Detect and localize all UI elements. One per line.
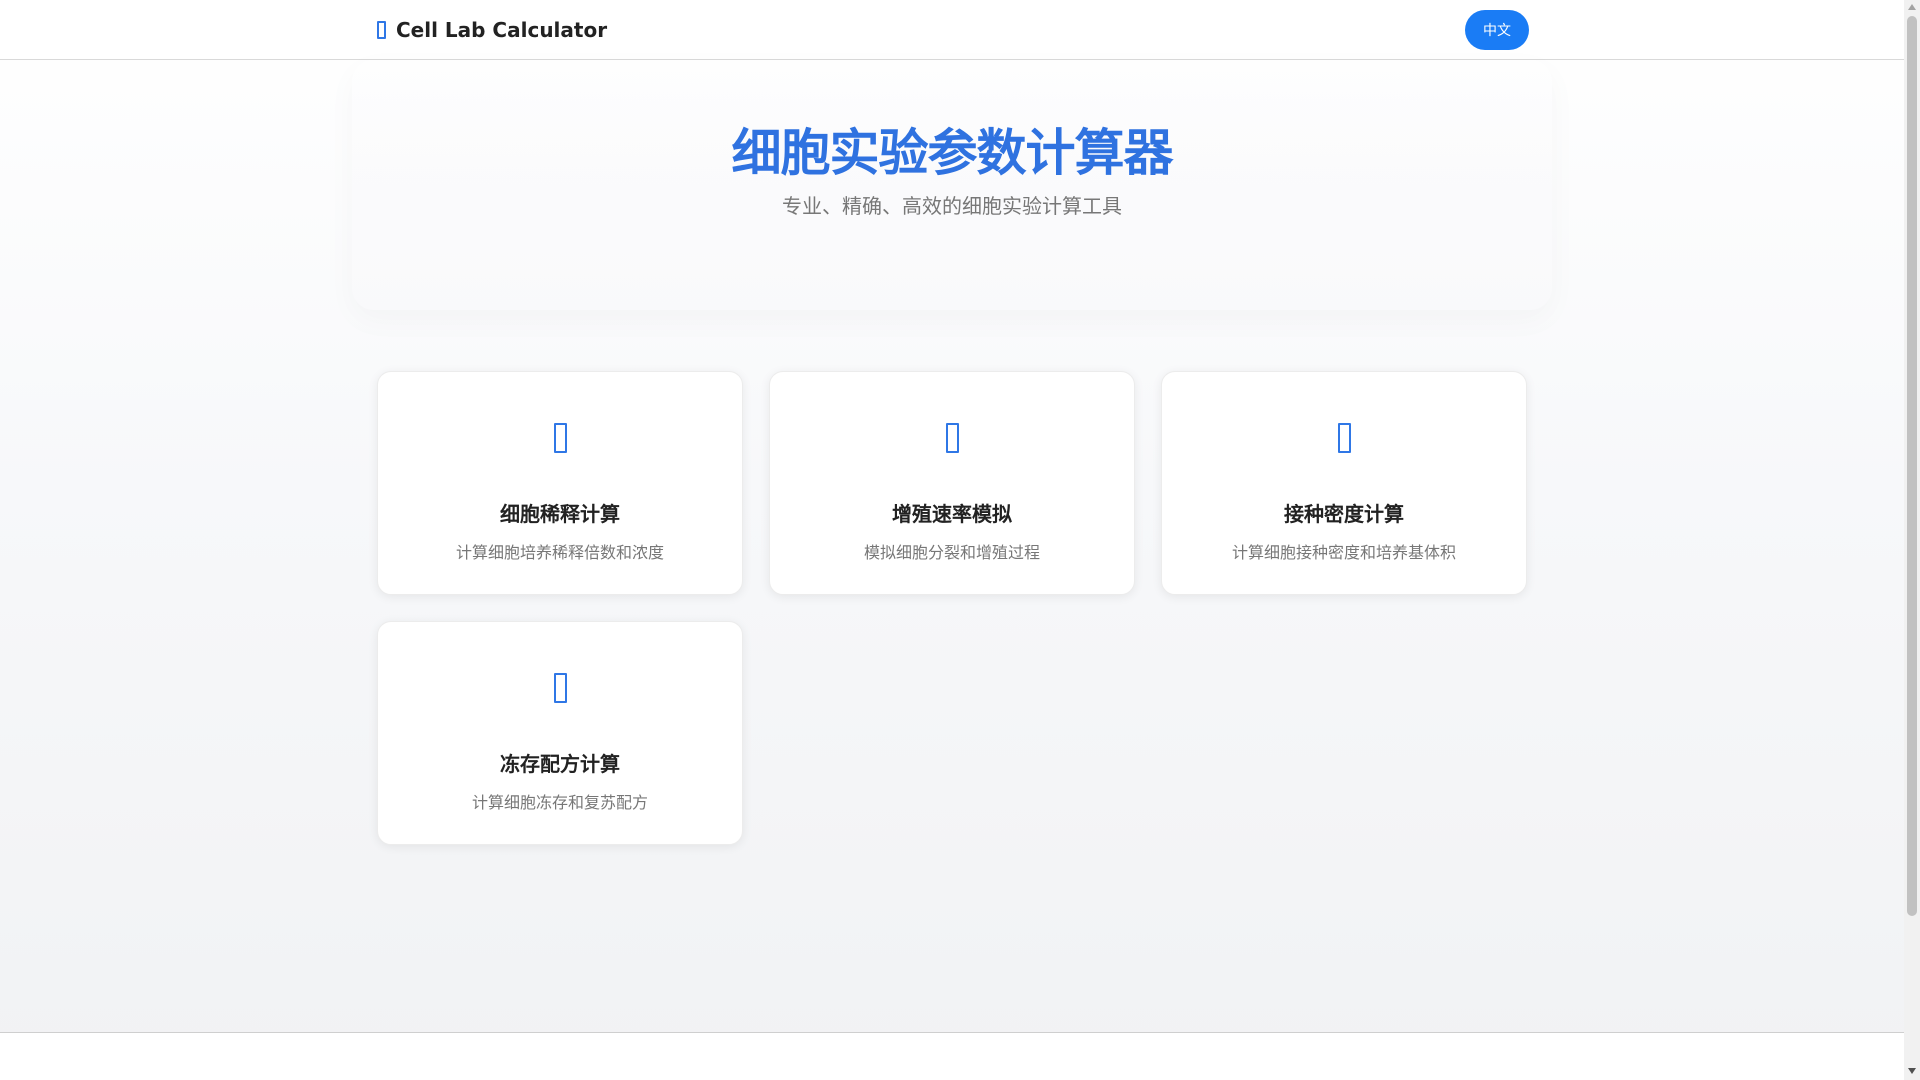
card-growth-simulation[interactable]: 增殖速率模拟 模拟细胞分裂和增殖过程 [769,371,1135,595]
footer [0,1032,1904,1080]
card-title: 接种密度计算 [1284,502,1404,526]
card-description: 计算细胞接种密度和培养基体积 [1231,543,1456,562]
scroll-thumb[interactable] [1907,16,1917,916]
seeding-icon [1337,423,1351,453]
card-title: 增殖速率模拟 [892,502,1012,526]
card-description: 模拟细胞分裂和增殖过程 [863,543,1040,562]
freezing-icon [553,673,567,703]
scroll-up-arrow-icon[interactable] [1908,4,1916,10]
brand[interactable]: Cell Lab Calculator [377,17,607,43]
hero-section [352,60,1552,310]
vertical-scrollbar[interactable] [1904,0,1920,1080]
card-description: 计算细胞培养稀释倍数和浓度 [455,543,664,562]
growth-icon [945,423,959,453]
page: Cell Lab Calculator 中文 细胞实验参数计算器 专业、精确、高… [0,0,1904,1080]
dilution-icon [553,423,567,453]
brand-title: Cell Lab Calculator [396,18,608,42]
flask-icon [377,21,386,39]
card-cell-dilution[interactable]: 细胞稀释计算 计算细胞培养稀释倍数和浓度 [377,371,743,595]
language-toggle-button[interactable]: 中文 [1465,10,1529,50]
navbar: Cell Lab Calculator 中文 [0,0,1904,60]
card-freezing-formula[interactable]: 冻存配方计算 计算细胞冻存和复苏配方 [377,621,743,845]
scroll-down-arrow-icon[interactable] [1908,1068,1916,1074]
card-description: 计算细胞冻存和复苏配方 [471,793,648,812]
card-title: 冻存配方计算 [500,752,620,776]
card-title: 细胞稀释计算 [500,502,620,526]
card-seeding-density[interactable]: 接种密度计算 计算细胞接种密度和培养基体积 [1161,371,1527,595]
page-title: 细胞实验参数计算器 [731,124,1174,182]
page-subtitle: 专业、精确、高效的细胞实验计算工具 [782,194,1122,218]
